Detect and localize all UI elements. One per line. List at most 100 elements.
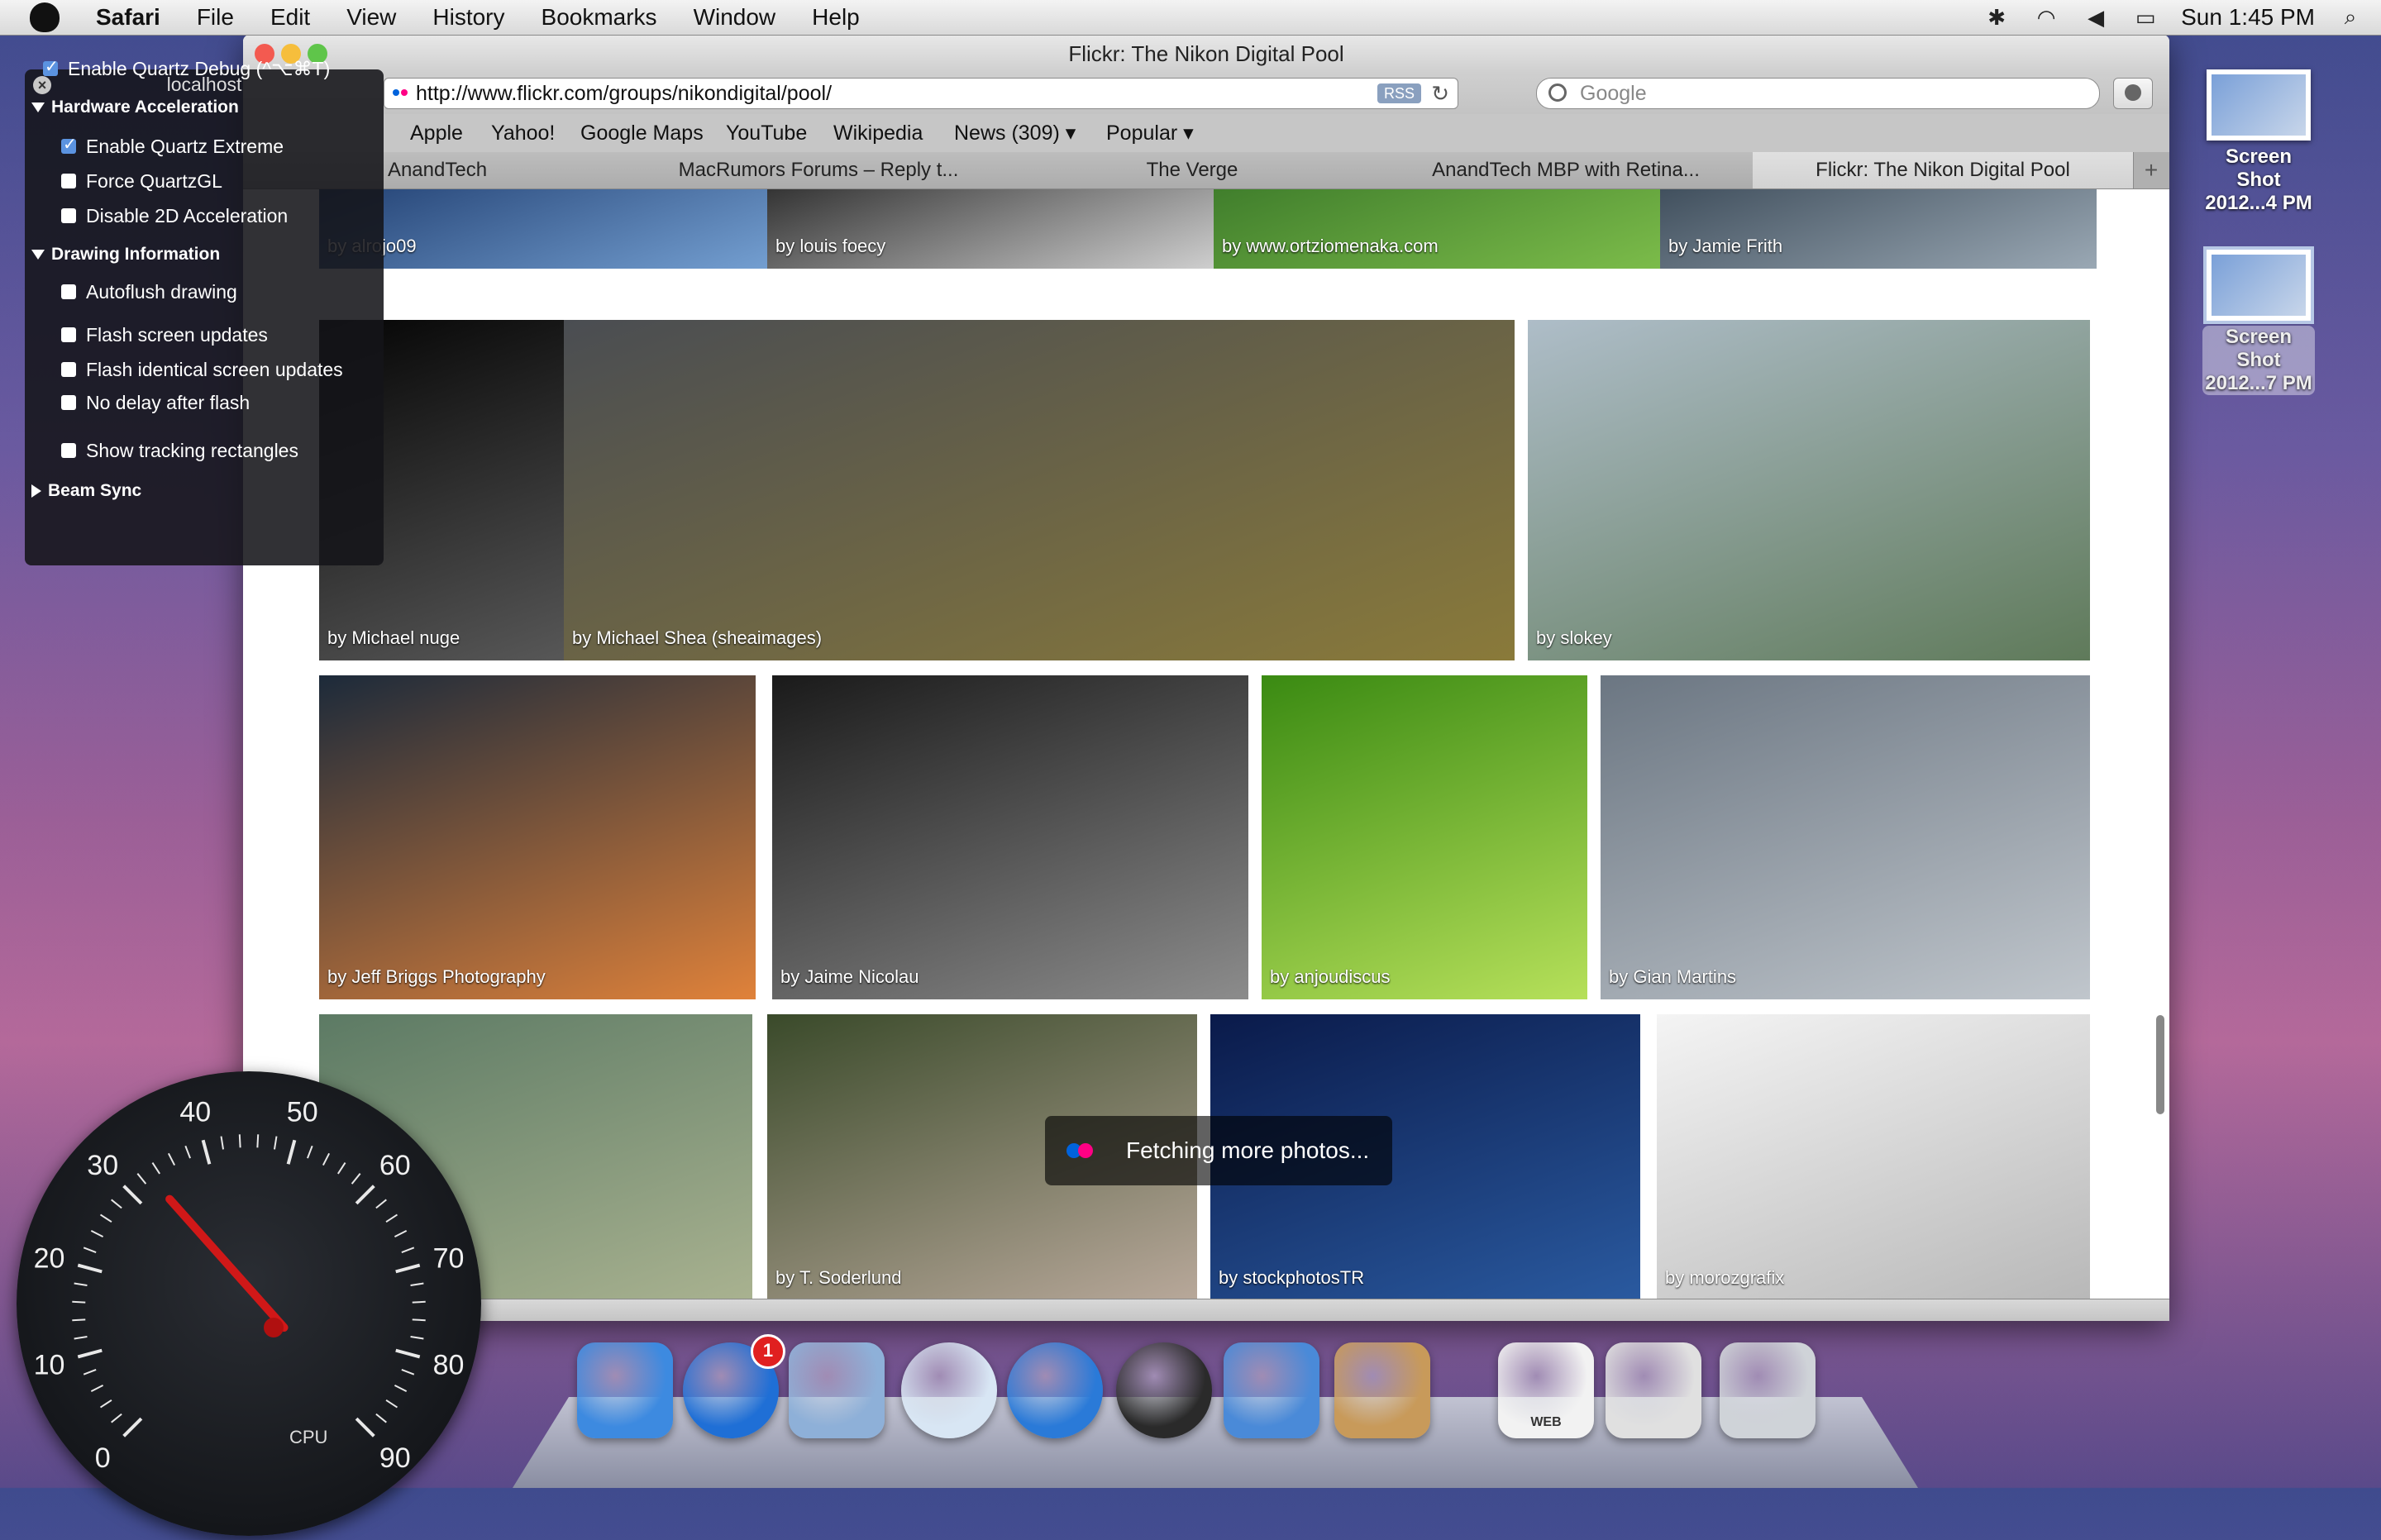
photo-caption[interactable]: by Jeff Briggs Photography [327,966,546,988]
search-field[interactable]: Google [1536,78,2100,109]
quartz-debug-panel: × localhost Enable Quartz Debug (^⌥⌘T)Ha… [25,56,384,565]
section-disclosure[interactable]: Beam Sync [31,481,141,501]
photo-caption[interactable]: by morozgrafix [1665,1267,1784,1289]
debug-option-checkbox[interactable]: Disable 2D Acceleration [61,205,288,227]
safari-dock-icon[interactable] [901,1342,997,1438]
checkbox[interactable] [43,56,59,77]
photo-caption[interactable]: by louis foecy [775,236,885,257]
photo-tile[interactable]: by Michael Shea (sheaimages) [564,320,1515,660]
bookmark-wikipedia[interactable]: Wikipedia [833,114,923,152]
new-tab-plus-icon[interactable]: + [2133,152,2169,188]
photo-tile[interactable]: by www.ortziomenaka.com [1214,189,1663,269]
checkbox[interactable] [61,134,77,155]
photo-tile[interactable]: by morozgrafix [1657,1014,2090,1299]
menu-help[interactable]: Help [794,4,878,31]
photo-caption[interactable]: by slokey [1536,627,1612,649]
photo-caption[interactable]: by T. Soderlund [775,1267,901,1289]
photo-caption[interactable]: by www.ortziomenaka.com [1222,236,1439,257]
tab-flickr-nikon[interactable]: Flickr: The Nikon Digital Pool [1753,152,2134,188]
debug-option-checkbox[interactable]: Enable Quartz Extreme [61,134,284,158]
preview-dock-icon[interactable] [1334,1342,1430,1438]
cpu-gauge-widget[interactable]: 0 10 20 30 40 50 60 70 80 90 CPU [17,1071,481,1536]
bookmark-news-folder[interactable]: News (309) ▾ [954,114,1076,152]
photo-tile[interactable]: by alrojo09 [319,189,820,269]
wifi-icon[interactable]: ◠ [2032,5,2060,30]
app-store-dock-icon[interactable]: 1 [683,1334,785,1438]
photo-tile[interactable]: by slokey [1528,320,2090,660]
menu-app-safari[interactable]: Safari [78,4,179,31]
rss-button[interactable]: RSS [1377,83,1421,103]
checkbox[interactable] [61,442,76,458]
debug-option-checkbox[interactable]: Enable Quartz Debug (^⌥⌘T) [43,56,330,80]
photo-tile[interactable]: by louis foecy [767,189,1217,269]
quartz-debug-dock-icon[interactable] [1224,1342,1319,1438]
menu-bookmarks[interactable]: Bookmarks [523,4,675,31]
menubar-clock[interactable]: Sun 1:45 PM [2181,4,2315,31]
checkbox[interactable] [61,284,76,299]
finder-dock-icon[interactable] [577,1342,673,1438]
desktop-screenshot-file-selected[interactable]: Screen Shot 2012...7 PM [2202,246,2315,395]
address-field[interactable]: http://www.flickr.com/groups/nikondigita… [384,78,1458,109]
spotlight-search-icon[interactable]: ⌕ [2336,4,2364,29]
photo-caption[interactable]: by anjoudiscus [1270,966,1391,988]
photo-caption[interactable]: by stockphotosTR [1219,1267,1364,1289]
menu-history[interactable]: History [414,4,522,31]
checkbox[interactable] [61,361,76,377]
documents-dock-icon[interactable] [1606,1342,1701,1438]
debug-option-checkbox[interactable]: Autoflush drawing [61,281,237,303]
photo-caption[interactable]: by Gian Martins [1609,966,1736,988]
tab-anandtech-mbp[interactable]: AnandTech MBP with Retina... [1379,152,1754,188]
photo-caption[interactable]: by Michael nuge [327,627,460,649]
downloads-button[interactable] [2113,78,2153,109]
section-disclosure[interactable]: Hardware Acceleration [31,98,239,117]
reload-icon[interactable]: ↻ [1431,79,1449,108]
disclosure-open-icon[interactable] [31,103,45,113]
photo-caption[interactable]: by Jamie Frith [1668,236,1782,257]
photo-caption[interactable]: by Jaime Nicolau [780,966,919,988]
facetime-camera-dock-icon[interactable] [1116,1342,1212,1438]
menu-view[interactable]: View [328,4,414,31]
bookmark-apple[interactable]: Apple [410,114,463,152]
menu-file[interactable]: File [179,4,252,31]
debug-option-checkbox[interactable]: Force QuartzGL [61,170,222,193]
bookmark-yahoo[interactable]: Yahoo! [491,114,555,152]
search-placeholder: Google [1580,82,1647,105]
checkbox[interactable] [61,173,76,188]
photo-tile[interactable]: by Gian Martins [1601,675,2090,999]
volume-icon[interactable]: ◀ [2082,5,2110,30]
tab-the-verge[interactable]: The Verge [1005,152,1380,188]
photo-caption[interactable]: by Michael Shea (sheaimages) [572,627,822,649]
bookmark-google-maps[interactable]: Google Maps [580,114,704,152]
photo-tile[interactable]: by anjoudiscus [1262,675,1587,999]
bookmark-youtube[interactable]: YouTube [726,114,807,152]
debug-option-checkbox[interactable]: Flash identical screen updates [61,359,343,381]
checkbox[interactable] [61,394,76,410]
scrollbar-thumb[interactable] [2156,1015,2164,1114]
bookmark-popular-folder[interactable]: Popular ▾ [1106,114,1194,152]
debug-option-checkbox[interactable]: Flash screen updates [61,324,268,346]
window-titlebar[interactable]: Flickr: The Nikon Digital Pool [243,35,2169,73]
disclosure-open-icon[interactable] [31,250,45,260]
checkbox[interactable] [61,327,76,342]
option-label: Flash screen updates [86,324,268,346]
tab-macrumors[interactable]: MacRumors Forums – Reply t... [632,152,1006,188]
photo-tile[interactable]: by Jaime Nicolau [772,675,1248,999]
checkbox[interactable] [61,207,76,223]
web-document-dock-icon[interactable]: WEB [1498,1342,1594,1438]
section-disclosure[interactable]: Drawing Information [31,245,220,265]
debug-option-checkbox[interactable]: No delay after flash [61,392,250,414]
menu-edit[interactable]: Edit [252,4,328,31]
battery-icon[interactable]: ▭ [2131,5,2159,30]
bluetooth-icon[interactable]: ✱ [1983,5,2011,30]
menu-window[interactable]: Window [675,4,794,31]
disclosure-closed-icon[interactable] [31,484,41,498]
mail-stamp-dock-icon[interactable] [789,1342,885,1438]
photo-tile[interactable]: by Jamie Frith [1660,189,2097,269]
debug-option-checkbox[interactable]: Show tracking rectangles [61,440,298,462]
photo-tile[interactable]: by Jeff Briggs Photography [319,675,756,999]
itunes-dock-icon[interactable] [1007,1342,1103,1438]
trash-dock-icon[interactable] [1720,1342,1816,1438]
desktop-screenshot-file[interactable]: Screen Shot 2012...4 PM [2202,69,2315,215]
apple-menu-icon[interactable] [30,2,60,32]
fetching-more-photos-toast: Fetching more photos... [1045,1116,1392,1185]
